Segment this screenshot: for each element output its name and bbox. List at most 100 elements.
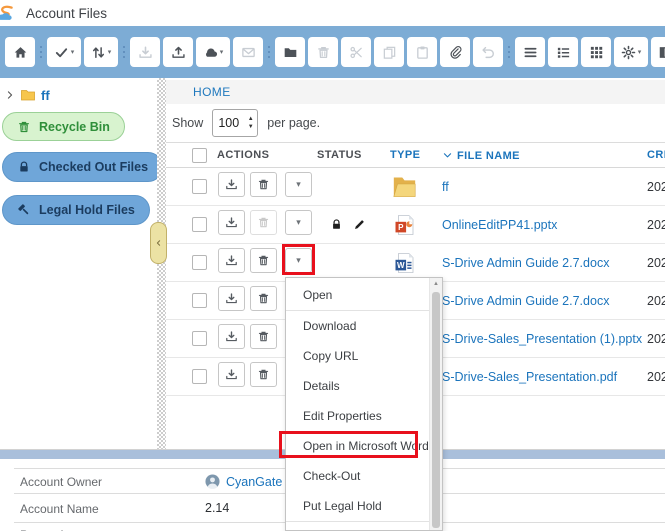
created-date-cell: 202 bbox=[647, 294, 665, 308]
account-owner-link[interactable]: CyanGate T bbox=[226, 475, 293, 489]
row-checkbox[interactable] bbox=[192, 369, 207, 384]
row-checkbox[interactable] bbox=[192, 217, 207, 232]
caret-down-icon: ▾ bbox=[296, 180, 301, 189]
sort-descending-icon bbox=[442, 150, 453, 161]
legal-hold-files-button[interactable]: Legal Hold Files bbox=[2, 195, 150, 225]
decrement-arrow-icon[interactable]: ▼ bbox=[248, 124, 254, 130]
detail-list-view-button[interactable] bbox=[548, 37, 578, 67]
page-size-value: 100 bbox=[213, 110, 244, 136]
trash-icon bbox=[17, 120, 31, 134]
upload-button[interactable] bbox=[163, 37, 193, 67]
menu-divider bbox=[286, 521, 429, 522]
trash-icon bbox=[257, 178, 270, 191]
sort-icon bbox=[91, 45, 106, 60]
file-name-column-header[interactable]: FILE NAME bbox=[442, 143, 520, 168]
undo-icon bbox=[481, 45, 496, 60]
traydown-icon bbox=[138, 45, 153, 60]
row-download-button[interactable] bbox=[218, 172, 245, 197]
file-name-link[interactable]: S-Drive-Sales_Presentation.pdf bbox=[442, 370, 617, 384]
row-download-button[interactable] bbox=[218, 248, 245, 273]
new-folder-button[interactable] bbox=[275, 37, 305, 67]
trash-icon bbox=[257, 254, 270, 267]
created-date-cell: 202 bbox=[647, 332, 665, 346]
toolbar-separator bbox=[266, 37, 272, 67]
menu-item-open[interactable]: Open bbox=[286, 280, 429, 310]
select-all-checkbox[interactable] bbox=[192, 148, 207, 163]
file-name-link[interactable]: S-Drive-Sales_Presentation (1).pptx bbox=[442, 332, 642, 346]
row-checkbox[interactable] bbox=[192, 331, 207, 346]
traydown-icon bbox=[225, 254, 238, 267]
gear-icon bbox=[621, 45, 636, 60]
settings-button[interactable]: ▾ bbox=[614, 37, 648, 67]
file-name-link[interactable]: ff bbox=[442, 180, 449, 194]
menu-item-open-in-microsoft-word[interactable]: Open in Microsoft Word bbox=[286, 431, 429, 461]
scroll-up-arrow-icon[interactable]: ▲ bbox=[430, 278, 442, 291]
grid-view-button[interactable] bbox=[581, 37, 611, 67]
recycle-bin-button[interactable]: Recycle Bin bbox=[2, 112, 125, 141]
row-delete-button[interactable] bbox=[250, 324, 277, 349]
menu-item-put-legal-hold[interactable]: Put Legal Hold bbox=[286, 491, 429, 521]
panel-view-button[interactable] bbox=[651, 37, 665, 67]
file-name-link[interactable]: S-Drive Admin Guide 2.7.docx bbox=[442, 294, 609, 308]
file-row-2: ▾POnlineEditPP41.pptx202 bbox=[166, 206, 665, 244]
row-download-button[interactable] bbox=[218, 324, 245, 349]
paste-icon bbox=[415, 45, 430, 60]
checked-out-files-button[interactable]: Checked Out Files bbox=[2, 152, 163, 182]
file-name-link[interactable]: OnlineEditPP41.pptx bbox=[442, 218, 557, 232]
page-size-input[interactable]: 100 ▲▼ bbox=[212, 109, 258, 137]
row-delete-button[interactable] bbox=[250, 286, 277, 311]
traydown-icon bbox=[225, 216, 238, 229]
menu-item-details[interactable]: Details bbox=[286, 371, 429, 401]
caret-down-icon: ▾ bbox=[296, 218, 301, 227]
file-name-link[interactable]: S-Drive Admin Guide 2.7.docx bbox=[442, 256, 609, 270]
cloud-icon bbox=[203, 45, 218, 60]
svg-text:P: P bbox=[398, 223, 404, 232]
select-button[interactable]: ▾ bbox=[47, 37, 81, 67]
toolbar-separator bbox=[121, 37, 127, 67]
breadcrumb-home-link[interactable]: HOME bbox=[193, 85, 231, 99]
row-download-button[interactable] bbox=[218, 362, 245, 387]
increment-arrow-icon[interactable]: ▲ bbox=[248, 116, 254, 122]
sidebar-collapse-button[interactable] bbox=[150, 222, 167, 264]
sort-button[interactable]: ▾ bbox=[84, 37, 118, 67]
lock-icon bbox=[17, 160, 31, 174]
attach-button[interactable] bbox=[440, 37, 470, 67]
scrollbar-thumb[interactable] bbox=[432, 292, 440, 528]
created-date-cell: 202 bbox=[647, 370, 665, 384]
row-delete-button[interactable] bbox=[250, 172, 277, 197]
menu-item-download[interactable]: Download bbox=[286, 311, 429, 341]
page-size-stepper[interactable]: ▲▼ bbox=[244, 110, 257, 136]
cloud-upload-button[interactable]: ▾ bbox=[196, 37, 230, 67]
folder-tree-item[interactable]: ff bbox=[5, 87, 157, 103]
menu-item-check-out[interactable]: Check-Out bbox=[286, 461, 429, 491]
email-button bbox=[233, 37, 263, 67]
created-date-cell: 202 bbox=[647, 256, 665, 270]
home-button[interactable] bbox=[5, 37, 35, 67]
word-file-icon: W bbox=[392, 251, 416, 275]
lock-icon bbox=[330, 217, 343, 232]
row-actions-menu-button[interactable]: ▾ bbox=[285, 172, 312, 197]
row-download-button[interactable] bbox=[218, 210, 245, 235]
status-column-header: STATUS bbox=[317, 143, 362, 168]
row-actions-menu-button[interactable]: ▾ bbox=[285, 248, 312, 273]
list-view-button[interactable] bbox=[515, 37, 545, 67]
menu-item-copy-url[interactable]: Copy URL bbox=[286, 341, 429, 371]
row-delete-button[interactable] bbox=[250, 362, 277, 387]
type-column-header[interactable]: TYPE bbox=[390, 143, 420, 168]
field-label: Account Owner bbox=[20, 475, 102, 489]
row-checkbox[interactable] bbox=[192, 293, 207, 308]
created-column-header[interactable]: CRE bbox=[647, 143, 665, 168]
traydown-icon bbox=[225, 368, 238, 381]
context-menu-scrollbar[interactable]: ▲ bbox=[429, 278, 442, 530]
chevron-left-icon bbox=[154, 237, 163, 249]
user-avatar-icon bbox=[205, 474, 220, 489]
row-checkbox[interactable] bbox=[192, 179, 207, 194]
row-delete-button[interactable] bbox=[250, 248, 277, 273]
row-actions-menu-button[interactable]: ▾ bbox=[285, 210, 312, 235]
row-checkbox[interactable] bbox=[192, 255, 207, 270]
field-value: 2.14 bbox=[205, 501, 229, 515]
clip-icon bbox=[448, 45, 463, 60]
toolbar: ▾▾▾▾ bbox=[0, 26, 665, 78]
menu-item-edit-properties[interactable]: Edit Properties bbox=[286, 401, 429, 431]
row-download-button[interactable] bbox=[218, 286, 245, 311]
